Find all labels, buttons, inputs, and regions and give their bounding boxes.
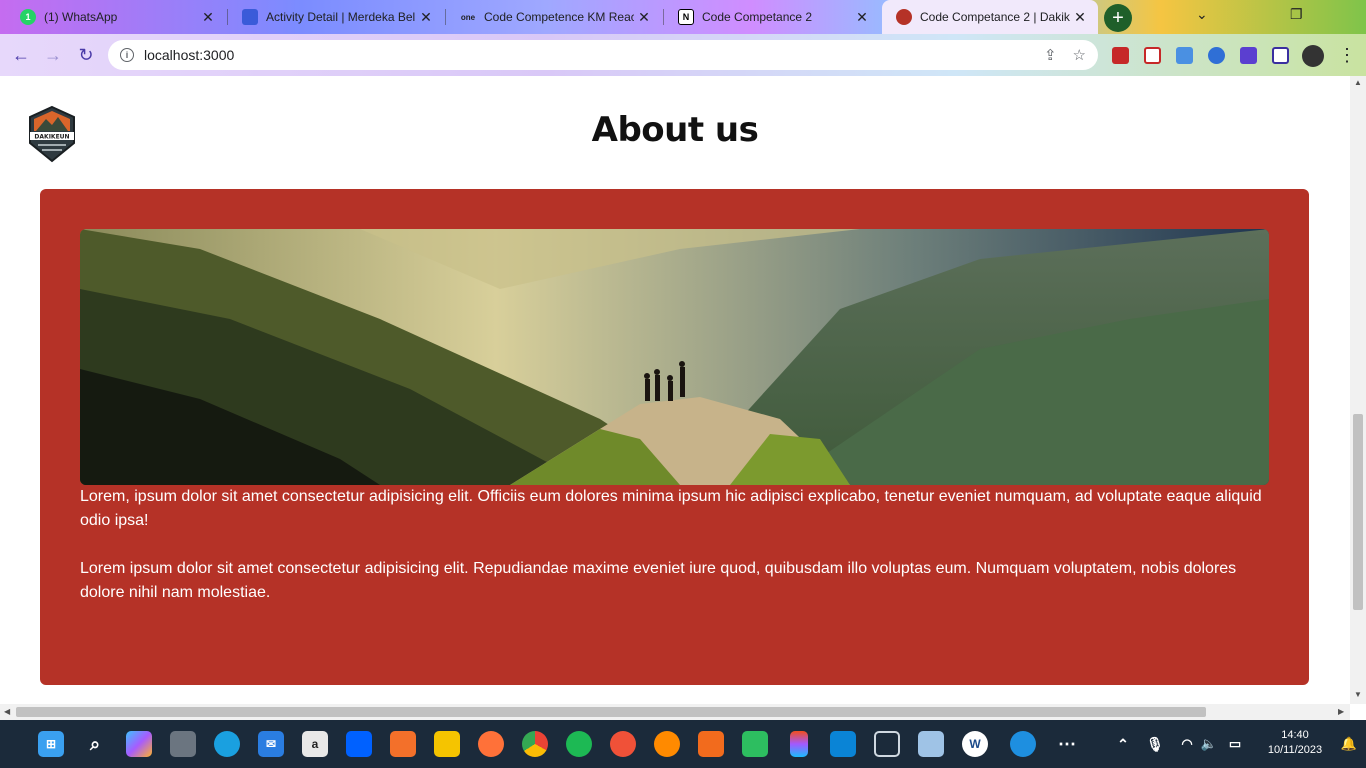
extensions-puzzle-icon[interactable] [1240,47,1257,64]
windows-taskbar: ⊞ ⌕ ✉ a W ⋯ ⌃ 🎙 ◠ 🔈 ▭ 🔔 [0,720,1366,768]
evernote-icon[interactable] [742,731,768,757]
clock-time: 14:40 [1281,729,1309,741]
page-title: About us [591,110,759,150]
address-bar[interactable]: i localhost:3000 ⇪ ☆ [108,40,1098,70]
cube-icon[interactable] [918,731,944,757]
sourcetree-icon[interactable] [698,731,724,757]
task-view-icon[interactable] [170,731,196,757]
battery-icon[interactable]: ▭ [1222,731,1248,757]
reload-icon[interactable]: ↻ [75,44,97,66]
side-panel-icon[interactable] [1272,47,1289,64]
notion-icon: N [678,9,694,25]
extension-copy-icon[interactable] [1176,47,1193,64]
search-icon[interactable]: ⌕ [82,731,108,757]
browser-menu-icon[interactable]: ⋮ [1336,44,1358,66]
profile-avatar[interactable] [1302,45,1324,67]
browser-toolbar: ← → ↻ i localhost:3000 ⇪ ☆ ⋮ [0,34,1366,76]
notification-icon[interactable]: 🔔 [1336,731,1362,757]
tab-notion[interactable]: N Code Competance 2 ✕ [664,0,880,34]
tab-search-icon[interactable]: ⌄ [1196,6,1208,23]
tab-strip: 1 (1) WhatsApp ✕ Activity Detail | Merde… [0,0,1366,34]
about-paragraph-2: Lorem ipsum dolor sit amet consectetur a… [80,560,1237,601]
edge-dev-icon[interactable] [1010,731,1036,757]
close-tab-icon[interactable]: ✕ [1070,9,1090,26]
copilot-icon[interactable] [126,731,152,757]
scroll-left-icon[interactable]: ◀ [4,707,10,716]
extension-pen-icon[interactable] [1208,47,1225,64]
vscode-icon[interactable] [830,731,856,757]
windows-start-icon[interactable]: ⊞ [38,731,64,757]
tab-title: Code Competence KM Reac [484,10,634,24]
onenote-icon: one [460,12,476,22]
page-viewport: DAKIKEUN About us Lorem, ipsum dolor sit… [0,76,1350,704]
close-tab-icon[interactable]: ✕ [198,9,218,26]
new-tab-button[interactable]: + [1104,4,1132,32]
postman-icon[interactable] [654,731,680,757]
close-tab-icon[interactable]: ✕ [416,9,436,26]
back-arrow-icon[interactable]: ← [10,44,32,66]
about-paragraph-1: Lorem, ipsum dolor sit amet consectetur … [80,488,1262,529]
url-text: localhost:3000 [144,47,235,63]
site-info-icon[interactable]: i [120,48,134,62]
firefox-icon[interactable] [478,731,504,757]
system-clock[interactable]: 14:40 10/11/2023 [1256,728,1334,758]
swift-icon[interactable] [610,731,636,757]
microphone-icon[interactable]: 🎙 [1142,731,1168,757]
tab-onenote[interactable]: one Code Competence KM Reac ✕ [446,0,662,34]
spotify-icon[interactable] [566,731,592,757]
forward-arrow-icon[interactable]: → [42,44,64,66]
tray-chevron-icon[interactable]: ⌃ [1110,731,1136,757]
merdeka-icon [242,9,258,25]
xampp-icon[interactable] [390,731,416,757]
dropbox-icon[interactable] [346,731,372,757]
tab-merdeka[interactable]: Activity Detail | Merdeka Bel ✕ [228,0,444,34]
scroll-up-icon[interactable]: ▲ [1354,78,1362,87]
hero-mountain-image [80,229,1269,485]
horizontal-scrollbar[interactable]: ◀ ▶ [0,704,1350,720]
volume-icon[interactable]: 🔈 [1196,731,1222,757]
extension-mcafee-icon[interactable] [1144,47,1161,64]
close-tab-icon[interactable]: ✕ [852,9,872,26]
tab-title: Activity Detail | Merdeka Bel [266,10,416,24]
vertical-scroll-thumb[interactable] [1353,414,1363,610]
dakikeun-icon [896,9,912,25]
virtualbox-icon[interactable] [874,731,900,757]
chrome-icon[interactable] [522,731,548,757]
edge-icon[interactable] [214,731,240,757]
wordpress-icon[interactable]: W [962,731,988,757]
figma-icon[interactable] [790,731,808,757]
tab-title: (1) WhatsApp [44,10,118,24]
file-explorer-icon[interactable] [434,731,460,757]
whatsapp-icon: 1 [20,9,36,25]
scroll-right-icon[interactable]: ▶ [1338,707,1344,716]
clock-date: 10/11/2023 [1267,744,1323,756]
share-icon[interactable]: ⇪ [1044,46,1057,64]
bookmark-star-icon[interactable]: ☆ [1073,46,1086,64]
tab-title: Code Competance 2 | Dakik [920,10,1070,24]
extension-shield-icon[interactable] [1112,47,1129,64]
horizontal-scroll-thumb[interactable] [16,707,1206,717]
tab-dakikeun-active[interactable]: Code Competance 2 | Dakik ✕ [882,0,1098,34]
mail-icon[interactable]: ✉ [258,731,284,757]
tab-title: Code Competance 2 [702,10,813,24]
about-card: Lorem, ipsum dolor sit amet consectetur … [40,189,1309,685]
scroll-down-icon[interactable]: ▼ [1354,690,1362,699]
amazon-icon[interactable]: a [302,731,328,757]
close-tab-icon[interactable]: ✕ [634,9,654,26]
tab-whatsapp[interactable]: 1 (1) WhatsApp ✕ [6,0,226,34]
more-icon[interactable]: ⋯ [1054,731,1080,757]
vertical-scrollbar[interactable]: ▲ ▼ [1350,76,1366,704]
restore-window-icon[interactable]: ❐ [1290,6,1303,23]
